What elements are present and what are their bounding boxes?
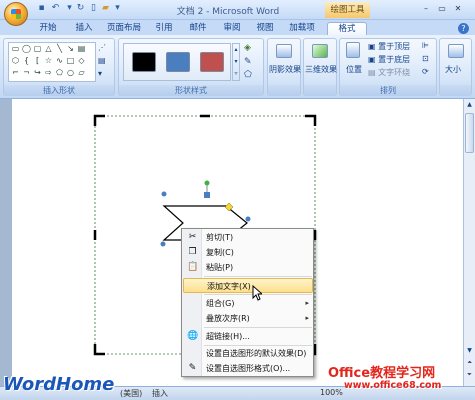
office-watermark-title: Office教程学习网 [328, 366, 436, 381]
rotation-handle[interactable] [204, 180, 210, 186]
resize-handle-bottom-left[interactable] [160, 241, 166, 247]
office-button[interactable] [4, 2, 28, 26]
menu-item-group[interactable]: 组合(G) ▸ [183, 296, 313, 311]
menu-separator [204, 276, 312, 277]
zoom-level[interactable]: 100% [320, 388, 343, 397]
resize-handle-top-left[interactable] [161, 191, 167, 197]
wordhome-watermark: WordHome [3, 374, 115, 395]
menu-item-default-effect[interactable]: 设置自选图形的默认效果(D) [183, 346, 313, 361]
hyperlink-icon: 🌐 [187, 331, 199, 341]
resize-handle-top[interactable] [204, 192, 210, 198]
menu-item-paste[interactable]: 📋 粘贴(P) [183, 260, 313, 275]
resize-handle-right[interactable] [245, 216, 251, 222]
menu-separator [204, 327, 312, 328]
paste-icon: 📋 [187, 262, 199, 272]
format-shape-icon: ✎ [188, 363, 197, 373]
context-menu: ✂ 剪切(T) ❐ 复制(C) 📋 粘贴(P) 添加文字(X) 组合(G) ▸ 叠放次序… [181, 228, 314, 377]
language-status[interactable]: (美国) [120, 388, 142, 399]
office-logo-icon [11, 9, 21, 19]
menu-item-order[interactable]: 叠放次序(R) ▸ [183, 311, 313, 326]
copy-icon: ❐ [188, 247, 197, 257]
insert-mode-status[interactable]: 插入 [152, 388, 168, 399]
menu-item-add-text[interactable]: 添加文字(X) [183, 278, 313, 293]
submenu-arrow-icon: ▸ [305, 299, 309, 307]
menu-item-format-shape[interactable]: ✎ 设置自选图形格式(O)... [183, 361, 313, 376]
menu-item-copy[interactable]: ❐ 复制(C) [183, 245, 313, 260]
scissors-icon: ✂ [188, 232, 197, 242]
menu-item-cut[interactable]: ✂ 剪切(T) [183, 230, 313, 245]
submenu-arrow-icon: ▸ [305, 314, 309, 322]
mouse-cursor-icon [252, 285, 262, 301]
office-watermark-url: www.office68.com [344, 380, 442, 391]
menu-item-hyperlink[interactable]: 🌐 超链接(H)... [183, 329, 313, 344]
